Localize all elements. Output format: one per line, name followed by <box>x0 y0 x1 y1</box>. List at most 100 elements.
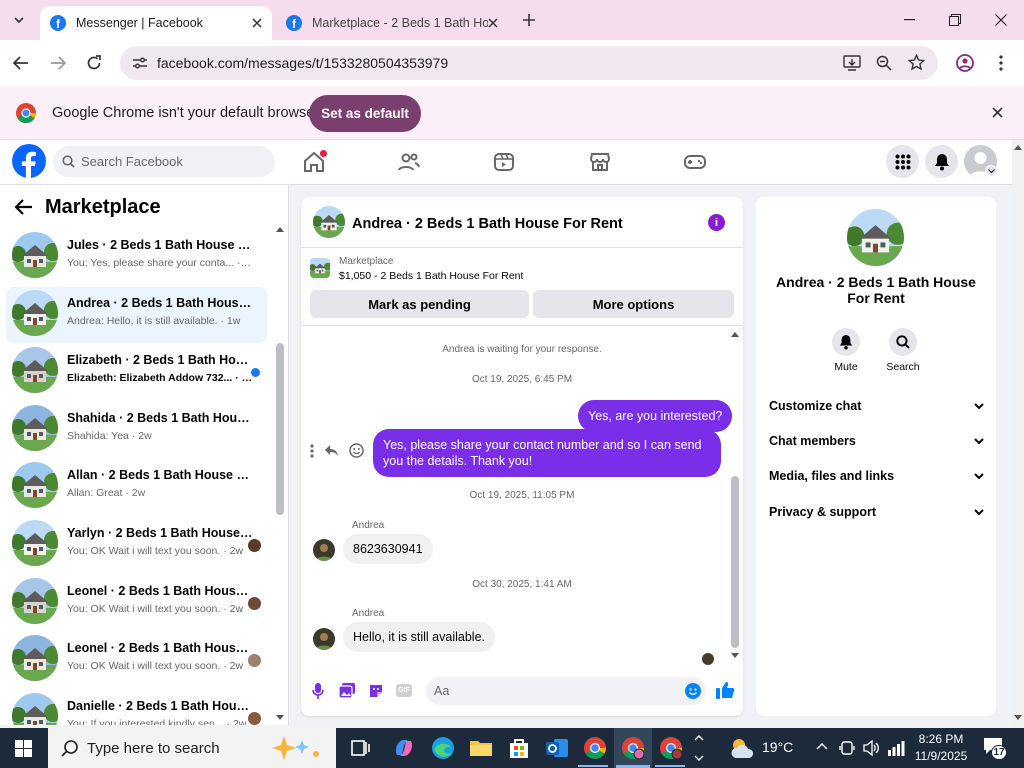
listing-title[interactable]: $1,050 - 2 Beds 1 Bath House For Rent <box>339 270 523 282</box>
account-chevron[interactable] <box>985 165 997 177</box>
sticker-icon[interactable] <box>368 683 384 699</box>
message-outgoing[interactable]: Yes, are you interested? <box>578 400 733 432</box>
chat-scrollbar[interactable] <box>730 331 740 661</box>
set-as-default-button[interactable]: Set as default <box>309 95 421 132</box>
conversation-item[interactable]: Danielle · 2 Beds 1 Bath Hous... You: If … <box>6 690 267 725</box>
minimize-button[interactable] <box>886 0 932 40</box>
mute-button[interactable] <box>832 328 860 356</box>
taskbar-search-input[interactable]: Type here to search <box>48 728 336 768</box>
chrome-profile-app-icon[interactable] <box>620 735 646 761</box>
chevron-up-icon[interactable] <box>816 742 828 750</box>
weather-partly-cloudy-icon[interactable] <box>728 736 756 760</box>
copilot-icon[interactable] <box>391 735 417 761</box>
conversation-item[interactable]: Jules · 2 Beds 1 Bath House For ... You: … <box>6 229 267 285</box>
notification-center[interactable]: 17 <box>983 737 1007 760</box>
restore-button[interactable] <box>932 0 978 40</box>
install-app-icon[interactable] <box>843 55 861 71</box>
section-customize-chat[interactable]: Customize chat <box>769 399 984 413</box>
tab-messenger[interactable]: f Messenger | Facebook <box>40 6 272 40</box>
chrome-profile-2-app-icon[interactable] <box>658 735 684 761</box>
mark-as-pending-button[interactable]: Mark as pending <box>310 290 529 318</box>
windows-start-icon[interactable] <box>15 740 32 757</box>
site-settings-icon[interactable] <box>132 56 148 70</box>
clock-date[interactable]: 11/9/2025 <box>912 749 970 763</box>
meet-now-icon[interactable] <box>839 739 855 757</box>
photo-icon[interactable] <box>339 683 355 698</box>
reload-icon[interactable] <box>86 55 102 71</box>
scroll-down-arrow-icon[interactable] <box>276 715 284 720</box>
temperature[interactable]: 19°C <box>762 739 793 755</box>
task-view-icon[interactable] <box>347 735 373 761</box>
nav-gaming[interactable] <box>672 144 718 180</box>
new-tab-button[interactable] <box>519 10 539 30</box>
back-arrow-icon[interactable] <box>15 199 33 215</box>
more-actions-icon[interactable] <box>310 443 314 458</box>
edge-browser-icon[interactable] <box>430 735 456 761</box>
sender-avatar[interactable] <box>313 628 335 650</box>
sender-avatar[interactable] <box>313 539 335 561</box>
chat-listing-thumbnail[interactable] <box>313 206 345 238</box>
section-media-files-links[interactable]: Media, files and links <box>769 469 984 483</box>
conversation-item[interactable]: Leonel · 2 Beds 1 Bath House ... You: OK … <box>6 632 267 688</box>
section-privacy-support[interactable]: Privacy & support <box>769 505 984 519</box>
emoji-icon[interactable] <box>685 683 701 699</box>
gif-icon[interactable]: GIF <box>396 684 412 697</box>
close-infobar-icon[interactable] <box>992 107 1003 118</box>
nav-friends[interactable] <box>386 144 432 180</box>
conversation-item[interactable]: Yarlyn · 2 Beds 1 Bath House ... You: OK … <box>6 517 267 573</box>
conversation-item[interactable]: Elizabeth · 2 Beds 1 Bath Hous... Elizabe… <box>6 344 267 400</box>
react-emoji-icon[interactable] <box>349 443 364 458</box>
file-explorer-icon[interactable] <box>468 735 494 761</box>
outlook-icon[interactable] <box>544 735 570 761</box>
speaker-icon[interactable] <box>862 739 880 757</box>
clock-time[interactable]: 8:26 PM <box>912 732 970 746</box>
scroll-up-arrow-icon[interactable] <box>1014 145 1022 150</box>
listing-photo[interactable] <box>847 209 904 266</box>
notifications-button[interactable] <box>925 145 958 178</box>
facebook-logo-icon[interactable] <box>12 144 46 178</box>
scroll-up-arrow-icon[interactable] <box>731 332 739 337</box>
facebook-search-input[interactable]: Search Facebook <box>53 146 275 177</box>
scroll-up-arrow-icon[interactable] <box>276 227 284 232</box>
message-incoming[interactable]: 8623630941 <box>343 534 433 564</box>
listing-thumbnail[interactable] <box>310 258 330 278</box>
close-window-button[interactable] <box>978 0 1024 40</box>
thumbs-up-icon[interactable] <box>716 681 735 699</box>
info-icon[interactable]: i <box>708 214 725 231</box>
page-scrollbar[interactable] <box>1012 140 1024 728</box>
list-scrollbar-thumb[interactable] <box>276 343 284 515</box>
back-arrow-icon[interactable] <box>13 55 29 71</box>
network-icon[interactable] <box>887 739 905 757</box>
more-options-button[interactable]: More options <box>533 290 734 318</box>
tab-search-button[interactable] <box>8 9 30 31</box>
close-tab-icon[interactable] <box>252 18 262 28</box>
message-input[interactable]: Aa <box>426 677 706 705</box>
bookmark-star-icon[interactable] <box>908 54 925 71</box>
nav-home[interactable] <box>291 144 337 180</box>
microsoft-store-icon[interactable] <box>506 735 532 761</box>
microphone-icon[interactable] <box>312 683 324 699</box>
nav-marketplace[interactable] <box>577 144 623 180</box>
chrome-app-icon[interactable] <box>582 735 608 761</box>
scroll-down-arrow-icon[interactable] <box>731 653 739 658</box>
kebab-menu-icon[interactable] <box>998 54 1004 72</box>
tab-marketplace[interactable]: f Marketplace - 2 Beds 1 Bath Ho <box>276 6 508 40</box>
menu-button[interactable] <box>886 145 919 178</box>
taskbar-overflow-icon[interactable] <box>694 733 704 763</box>
message-incoming[interactable]: Hello, it is still available. <box>343 622 495 652</box>
close-tab-icon[interactable] <box>488 18 498 28</box>
zoom-icon[interactable] <box>876 55 892 71</box>
search-conversation-button[interactable] <box>889 328 917 356</box>
reply-icon[interactable] <box>324 444 339 457</box>
message-outgoing[interactable]: Yes, please share your contact number an… <box>373 429 721 477</box>
nav-video[interactable] <box>481 144 527 180</box>
conversation-item[interactable]: Andrea · 2 Beds 1 Bath House F... Andrea:… <box>6 286 267 343</box>
address-bar[interactable]: facebook.com/messages/t/1533280504353979 <box>120 46 938 80</box>
conversation-item[interactable]: Leonel · 2 Beds 1 Bath House ... You: OK … <box>6 575 267 631</box>
forward-arrow-icon[interactable] <box>50 55 66 71</box>
chat-title[interactable]: Andrea · 2 Beds 1 Bath House For Rent <box>352 216 623 232</box>
conversation-item[interactable]: Allan · 2 Beds 1 Bath House For ... Allan… <box>6 459 267 515</box>
chat-scrollbar-thumb[interactable] <box>731 476 739 648</box>
list-scrollbar[interactable] <box>274 225 286 725</box>
conversation-item[interactable]: Shahida · 2 Beds 1 Bath House F... Shahid… <box>6 402 267 458</box>
